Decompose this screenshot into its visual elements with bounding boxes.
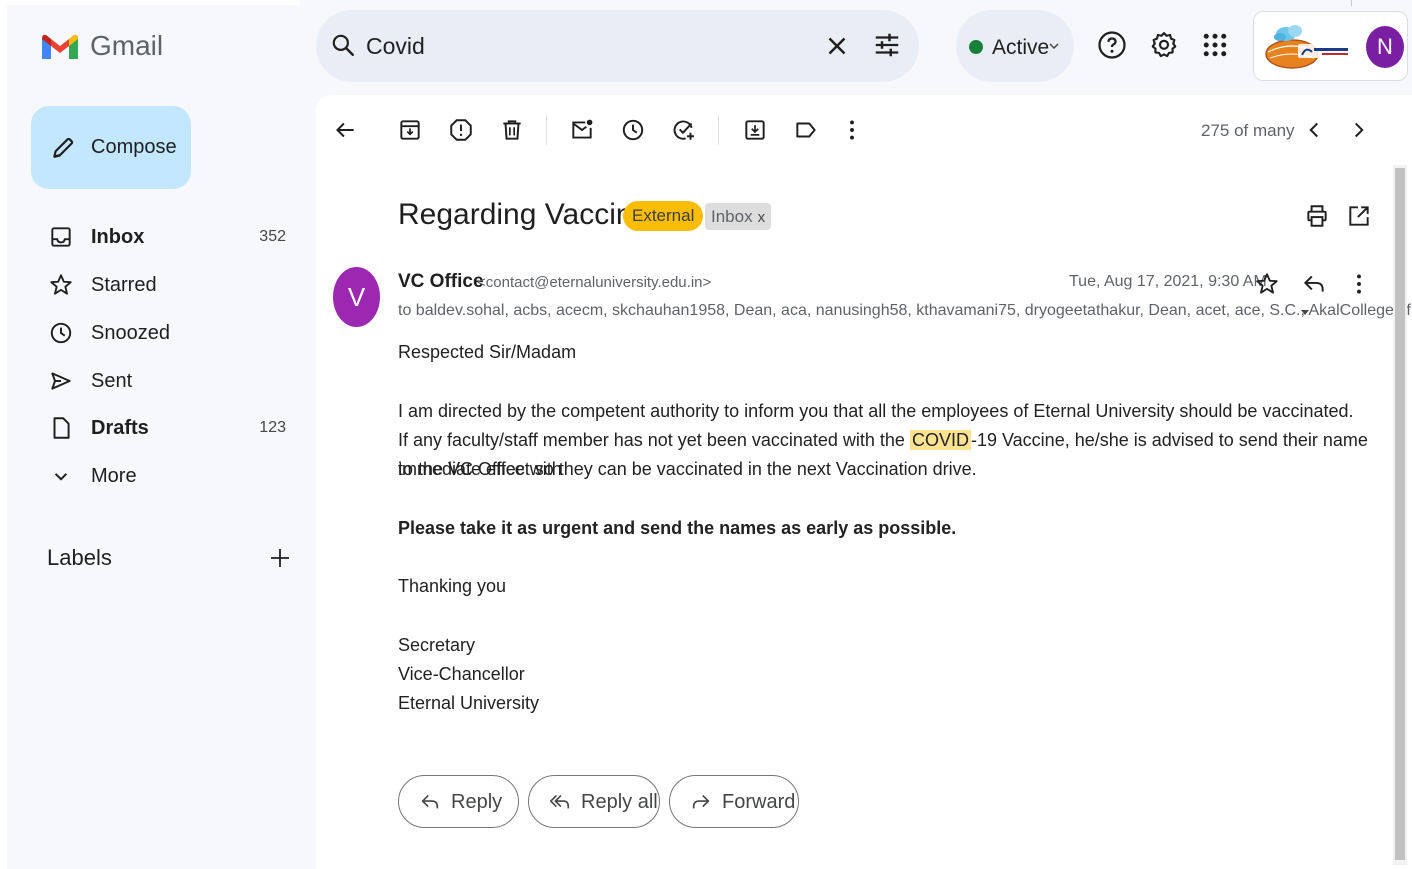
draft-count: 123 — [259, 419, 286, 436]
chevron-down-icon — [1049, 43, 1059, 50]
pagination-count: 275 of many — [1201, 121, 1295, 140]
snooze-clock-icon[interactable] — [620, 117, 646, 143]
body-text-segment: If any faculty/staff member has not yet … — [398, 430, 905, 450]
status-selector[interactable]: Active — [956, 10, 1074, 82]
email-timestamp: Tue, Aug 17, 2021, 9:30 AM — [1069, 273, 1267, 290]
print-icon[interactable] — [1304, 203, 1330, 229]
email-subject: Regarding Vaccine — [398, 198, 650, 231]
window-corner-mark — [1351, 0, 1352, 6]
reply-all-label: Reply all — [581, 791, 658, 813]
toolbar-divider — [546, 115, 547, 145]
search-options-icon[interactable] — [872, 30, 902, 60]
chevron-down-icon — [54, 473, 68, 481]
signature-line: Vice-Chancellor — [398, 664, 525, 684]
reply-label: Reply — [451, 791, 503, 813]
search-bar[interactable]: Covid — [316, 10, 919, 82]
gmail-wordmark: Gmail — [90, 30, 164, 61]
clear-search-icon[interactable] — [822, 31, 852, 61]
send-icon — [51, 372, 71, 390]
sidebar-item-more[interactable]: More — [36, 454, 298, 498]
inbox-icon — [51, 227, 71, 247]
scrollbar-thumb[interactable] — [1395, 168, 1405, 860]
move-to-icon[interactable] — [742, 117, 768, 143]
star-icon[interactable] — [1254, 271, 1280, 297]
older-chevron-right-icon[interactable] — [1346, 117, 1372, 143]
status-label: Active — [992, 36, 1050, 59]
sidebar-item-label: Drafts — [91, 417, 149, 439]
forward-button[interactable]: Forward — [669, 775, 799, 828]
archive-icon[interactable] — [397, 117, 423, 143]
sidebar-item-label: Snoozed — [91, 322, 170, 344]
reply-all-button[interactable]: Reply all — [528, 775, 660, 828]
remove-label-button[interactable]: x — [758, 209, 766, 226]
draft-icon — [53, 417, 70, 439]
labels-heading: Labels — [47, 545, 112, 570]
apps-grid-icon[interactable] — [1200, 30, 1230, 60]
sender-avatar[interactable]: V — [333, 267, 380, 327]
newer-chevron-left-icon[interactable] — [1301, 117, 1327, 143]
signature-line: Eternal University — [398, 693, 540, 713]
forward-label: Forward — [722, 791, 796, 813]
more-vertical-icon[interactable] — [1346, 271, 1372, 297]
account-avatar[interactable]: N — [1366, 26, 1404, 68]
reply-icon[interactable] — [1301, 271, 1327, 297]
sidebar-item-sent[interactable]: Sent — [36, 359, 298, 403]
gmail-m-icon — [42, 34, 78, 59]
email-greeting: Respected Sir/Madam — [398, 342, 577, 362]
account-switcher[interactable]: N — [1253, 11, 1408, 81]
email-body-line: immediate effect so they can be vaccinat… — [398, 459, 977, 479]
active-status-dot — [969, 40, 983, 54]
reply-button[interactable]: Reply — [398, 775, 519, 828]
back-arrow-icon[interactable] — [332, 117, 358, 143]
forward-arrow-icon — [692, 794, 710, 809]
sidebar-item-label: More — [91, 465, 137, 487]
sender-email: <contact@eternaluniversity.edu.in> — [477, 274, 712, 291]
sidebar-item-drafts[interactable]: Drafts 123 — [36, 406, 298, 450]
inbox-chip-label: Inbox — [711, 207, 753, 226]
reply-icon — [421, 794, 439, 809]
pencil-icon — [53, 137, 74, 158]
reply-all-icon — [549, 794, 570, 809]
search-icon[interactable] — [330, 32, 356, 58]
sidebar-item-label: Inbox — [91, 226, 145, 248]
delete-trash-icon[interactable] — [499, 117, 525, 143]
help-icon[interactable] — [1097, 30, 1127, 60]
email-body-line: I am directed by the competent authority… — [398, 401, 1354, 421]
compose-label: Compose — [91, 136, 177, 158]
inbox-label-chip[interactable]: Inbox x — [705, 203, 772, 230]
gmail-logo[interactable]: Gmail — [40, 26, 163, 66]
toolbar-divider — [718, 115, 719, 145]
search-highlight: COVID — [909, 430, 971, 450]
email-closing: Thanking you — [398, 576, 507, 596]
sidebar-item-label: Sent — [91, 370, 133, 392]
unread-count: 352 — [259, 228, 286, 245]
sender-name[interactable]: VC Office — [398, 271, 484, 293]
window-edge — [0, 0, 7, 869]
settings-gear-icon[interactable] — [1149, 30, 1179, 60]
open-in-new-window-icon[interactable] — [1346, 203, 1372, 229]
email-urgent-note: Please take it as urgent and send the na… — [398, 518, 957, 538]
add-label-icon[interactable] — [268, 546, 292, 570]
message-panel: 275 of many Regarding Vaccine External I… — [316, 95, 1412, 869]
sidebar-item-label: Starred — [91, 274, 157, 296]
mark-unread-icon[interactable] — [569, 117, 595, 143]
signature-line: Secretary — [398, 635, 476, 655]
organization-logo — [1265, 25, 1354, 69]
report-spam-icon[interactable] — [448, 117, 474, 143]
label-tag-icon[interactable] — [793, 117, 819, 143]
clock-icon — [50, 322, 72, 344]
window-edge-top — [0, 0, 300, 5]
add-task-icon[interactable] — [671, 117, 697, 143]
recipients-list: to baldev.sohal, acbs, acecm, skchauhan1… — [398, 302, 1412, 319]
sidebar-item-snoozed[interactable]: Snoozed — [36, 311, 298, 355]
recipients-dropdown-icon[interactable] — [1299, 306, 1311, 318]
more-vertical-icon[interactable] — [839, 117, 865, 143]
sidebar-item-starred[interactable]: Starred — [36, 263, 298, 307]
sidebar-item-inbox[interactable]: Inbox 352 — [36, 215, 298, 259]
compose-button[interactable]: Compose — [31, 106, 191, 189]
star-icon — [50, 274, 72, 295]
external-badge: External — [623, 201, 704, 231]
search-input[interactable]: Covid — [366, 33, 425, 60]
